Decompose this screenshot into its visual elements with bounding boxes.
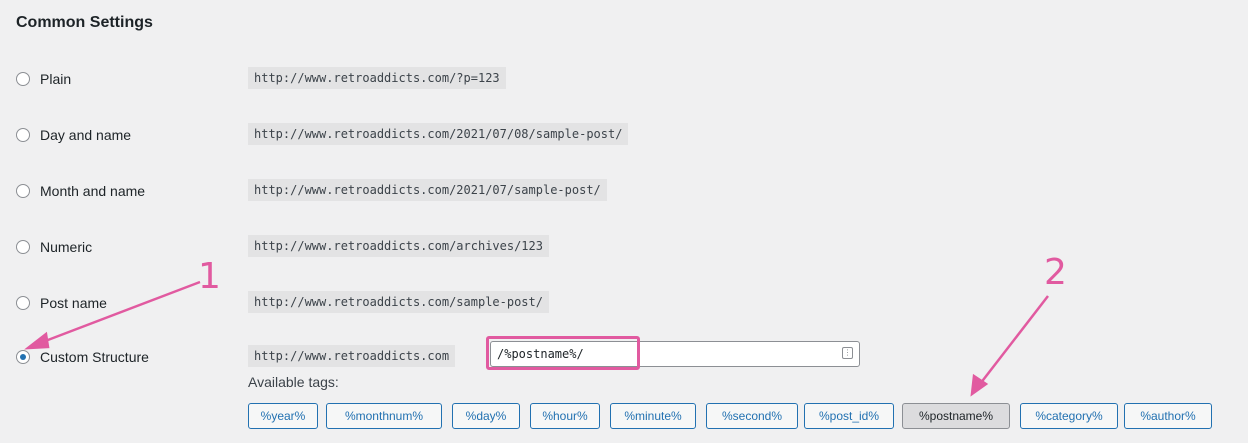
annotation-arrow-1 bbox=[24, 280, 201, 350]
annotation-arrows bbox=[24, 280, 1049, 397]
annotation-arrow-2 bbox=[970, 295, 1049, 397]
